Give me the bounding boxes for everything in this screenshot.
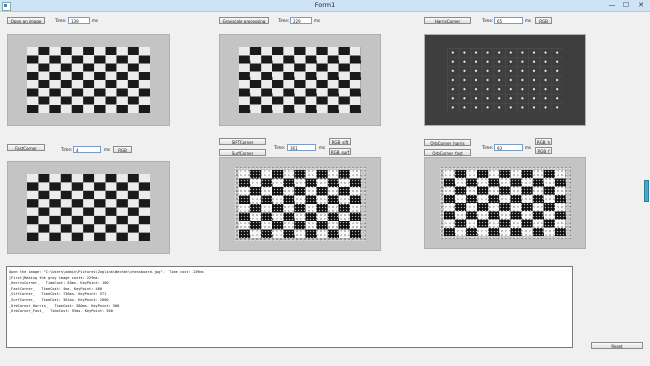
orb-rgb-f-button[interactable]: RGB_f <box>535 147 552 154</box>
grayscale-time-label: Time: <box>278 18 290 23</box>
minimize-button[interactable]: — <box>606 1 618 9</box>
orb-unit-label: ms <box>525 145 531 150</box>
sift-surf-time-field[interactable]: 361 <box>287 144 316 151</box>
fast-corner-button[interactable]: FastCorner <box>7 144 45 151</box>
harris-time-field[interactable]: 65 <box>494 17 523 24</box>
chessboard-image <box>27 46 150 114</box>
log-line: _OrbCorner_Fast_ TimeCost: 93ms. KeyPoin… <box>9 309 113 314</box>
title-bar: Form1 — ☐ ✕ <box>0 0 650 12</box>
orb-fast-button[interactable]: OrbCorner_fast <box>424 149 471 156</box>
window-title: Form1 <box>314 1 336 9</box>
chessboard-image <box>239 46 361 114</box>
harris-corner-image <box>424 34 586 126</box>
fast-rgb-button[interactable]: RGB <box>113 146 132 153</box>
grayscale-image <box>219 34 381 126</box>
grayscale-unit-label: ms <box>314 18 320 23</box>
keypoint-markers <box>234 167 366 241</box>
sift-surf-time-label: Time: <box>274 145 286 150</box>
harris-unit-label: ms <box>525 18 531 23</box>
grayscale-button[interactable]: Grayscale processing <box>219 17 269 24</box>
sift-surf-unit-label: ms <box>319 145 325 150</box>
maximize-button[interactable]: ☐ <box>620 1 632 9</box>
fast-corner-image <box>7 161 170 254</box>
surf-corner-button[interactable]: SurfCorner <box>219 149 266 156</box>
harris-rgb-button[interactable]: RGB <box>535 17 552 24</box>
orb-corner-image <box>424 157 586 249</box>
original-image <box>7 34 170 126</box>
open-image-button[interactable]: Open an image <box>7 17 45 24</box>
fast-time-label: Time: <box>61 147 73 152</box>
rgb-sift-button[interactable]: RGB_sift <box>329 138 351 145</box>
keypoint-markers <box>439 167 571 239</box>
fast-time-field[interactable]: 4 <box>73 146 101 153</box>
rgb-surf-button[interactable]: RGB_surf <box>329 148 351 155</box>
output-log[interactable]: Open the image: "C:\Users\admin\Pictures… <box>6 266 573 348</box>
close-button[interactable]: ✕ <box>634 1 648 9</box>
chessboard-image <box>27 173 150 242</box>
reset-button[interactable]: Reset <box>591 342 643 349</box>
harris-corner-button[interactable]: HarrisCorner <box>424 17 471 24</box>
open-image-time-label: Time: <box>55 18 67 23</box>
main-window: Form1 — ☐ ✕ Open an image Time: 139 ms G… <box>0 0 650 366</box>
sift-corner-button[interactable]: SIFTCorner <box>219 138 266 145</box>
side-scroll-handle[interactable] <box>644 180 649 202</box>
harris-corner-points <box>447 47 563 113</box>
orb-time-field[interactable]: 93 <box>494 144 523 151</box>
orb-rgb-h-button[interactable]: RGB_h <box>535 138 552 145</box>
grayscale-time-field[interactable]: 229 <box>290 17 312 24</box>
sift-surf-corner-image <box>219 157 381 251</box>
harris-time-label: Time: <box>482 18 494 23</box>
orb-harris-button[interactable]: OrbCorner_harris <box>424 139 471 146</box>
orb-time-label: Time: <box>482 145 494 150</box>
open-image-unit-label: ms <box>92 18 98 23</box>
open-image-time-field[interactable]: 139 <box>68 17 90 24</box>
fast-unit-label: ms <box>104 147 110 152</box>
